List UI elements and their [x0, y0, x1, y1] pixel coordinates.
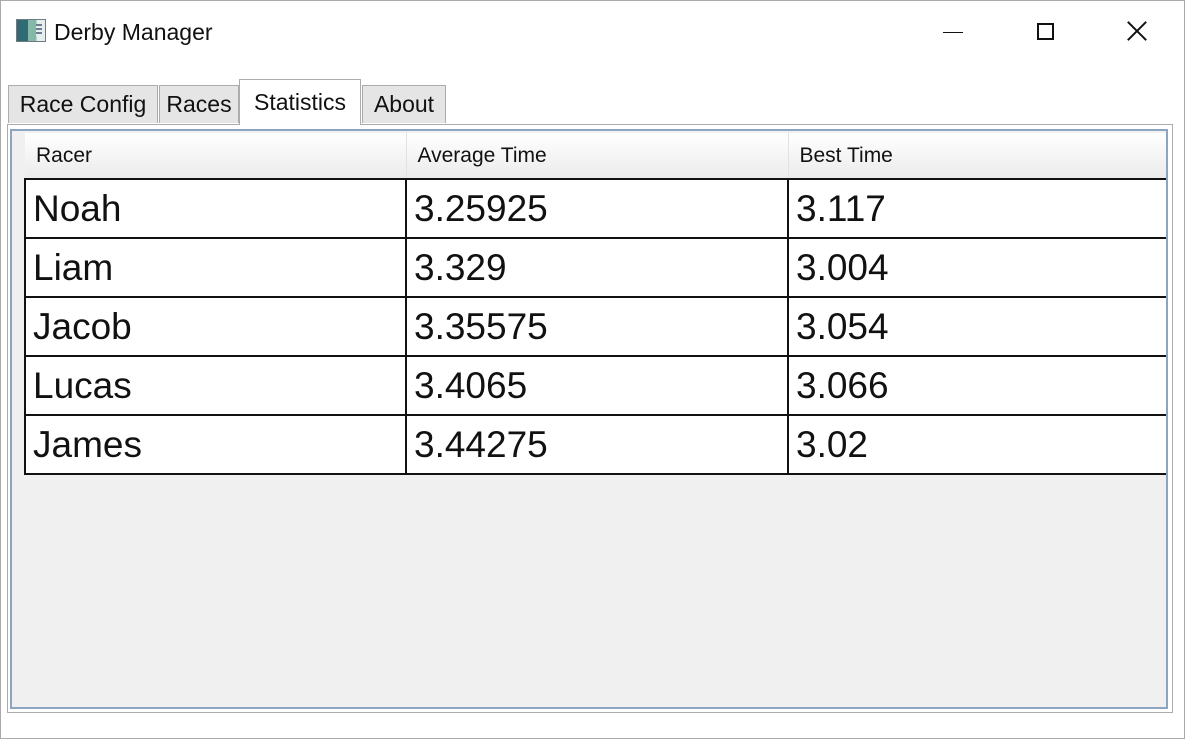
- table-header-row: Racer Average Time Best Time: [25, 133, 1166, 180]
- table-row[interactable]: James 3.44275 3.02: [24, 414, 1166, 475]
- close-icon: [1126, 20, 1148, 42]
- minimize-button[interactable]: [929, 11, 977, 51]
- column-header-racer[interactable]: Racer: [25, 133, 407, 180]
- column-header-average-time[interactable]: Average Time: [406, 133, 789, 180]
- statistics-table: Racer Average Time Best Time Noah 3.2592…: [24, 133, 1166, 475]
- best-time-cell[interactable]: 3.004: [787, 237, 1166, 298]
- statistics-panel: Racer Average Time Best Time Noah 3.2592…: [7, 124, 1173, 713]
- racer-cell[interactable]: Liam: [24, 237, 407, 298]
- window-bottom-edge: [7, 713, 1173, 733]
- average-time-cell[interactable]: 3.44275: [405, 414, 789, 475]
- average-time-cell[interactable]: 3.329: [405, 237, 789, 298]
- close-button[interactable]: [1113, 11, 1161, 51]
- column-header-best-time[interactable]: Best Time: [788, 133, 1166, 180]
- racer-cell[interactable]: Jacob: [24, 296, 407, 357]
- racer-cell[interactable]: Lucas: [24, 355, 407, 416]
- table-row[interactable]: Lucas 3.4065 3.066: [24, 355, 1166, 416]
- average-time-cell[interactable]: 3.25925: [405, 178, 789, 239]
- tab-strip: Race Config Races Statistics About: [7, 79, 1177, 125]
- window-title: Derby Manager: [54, 19, 213, 45]
- table-row[interactable]: Noah 3.25925 3.117: [24, 178, 1166, 239]
- maximize-button[interactable]: [1021, 11, 1069, 51]
- average-time-cell[interactable]: 3.35575: [405, 296, 789, 357]
- racer-cell[interactable]: James: [24, 414, 407, 475]
- racer-cell[interactable]: Noah: [24, 178, 407, 239]
- best-time-cell[interactable]: 3.054: [787, 296, 1166, 357]
- main-window: Derby Manager Race Config Races Statisti…: [0, 0, 1185, 739]
- best-time-cell[interactable]: 3.02: [787, 414, 1166, 475]
- minimize-icon: [943, 31, 963, 33]
- row-header-column: [12, 133, 24, 475]
- table-row[interactable]: Jacob 3.35575 3.054: [24, 296, 1166, 357]
- average-time-cell[interactable]: 3.4065: [405, 355, 789, 416]
- statistics-grid[interactable]: Racer Average Time Best Time Noah 3.2592…: [10, 129, 1168, 709]
- tab-races[interactable]: Races: [159, 85, 239, 123]
- tab-statistics[interactable]: Statistics: [239, 79, 361, 125]
- maximize-icon: [1036, 22, 1054, 40]
- title-bar[interactable]: Derby Manager: [1, 1, 1184, 63]
- best-time-cell[interactable]: 3.066: [787, 355, 1166, 416]
- app-icon: [16, 19, 46, 42]
- table-row[interactable]: Liam 3.329 3.004: [24, 237, 1166, 298]
- tab-about[interactable]: About: [362, 85, 446, 123]
- best-time-cell[interactable]: 3.117: [787, 178, 1166, 239]
- tab-race-config[interactable]: Race Config: [8, 85, 158, 123]
